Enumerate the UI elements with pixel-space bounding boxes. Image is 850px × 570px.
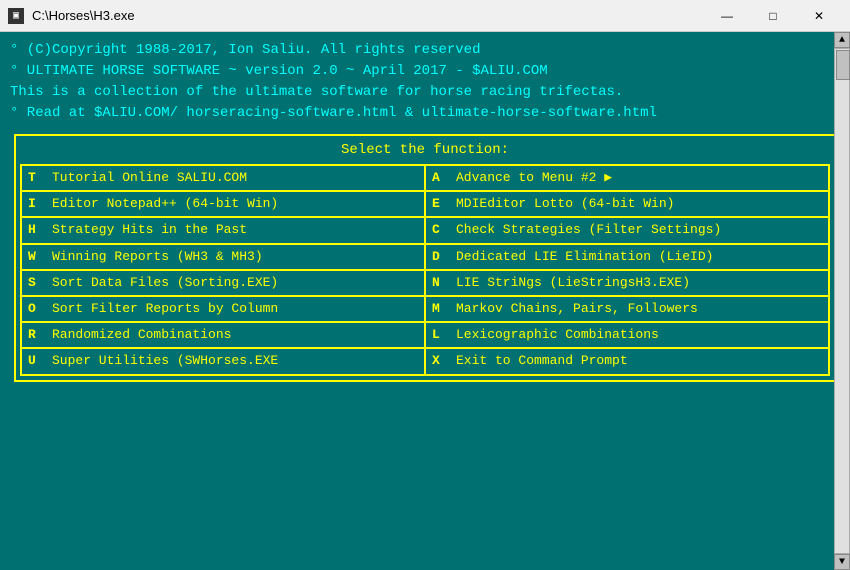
menu-key-C: C bbox=[432, 221, 450, 239]
title-bar: ▣ C:\Horses\H3.exe — □ ✕ bbox=[0, 0, 850, 32]
window-controls: — □ ✕ bbox=[704, 0, 842, 32]
menu-item-U[interactable]: U Super Utilities (SWHorses.EXE bbox=[21, 348, 425, 374]
menu-key-A: A bbox=[432, 169, 450, 187]
menu-item-H[interactable]: H Strategy Hits in the Past bbox=[21, 217, 425, 243]
header-line-3: This is a collection of the ultimate sof… bbox=[10, 82, 840, 103]
scroll-track[interactable] bbox=[834, 48, 850, 554]
menu-item-T[interactable]: T Tutorial Online SALIU.COM bbox=[21, 165, 425, 191]
menu-label-I: Editor Notepad++ (64-bit Win) bbox=[52, 195, 278, 213]
header-text-2: ° ULTIMATE HORSE SOFTWARE ~ version 2.0 … bbox=[10, 61, 548, 82]
menu-key-L: L bbox=[432, 326, 450, 344]
menu-label-L: Lexicographic Combinations bbox=[456, 326, 659, 344]
menu-label-A: Advance to Menu #2 ▶ bbox=[456, 169, 612, 187]
menu-item-W[interactable]: W Winning Reports (WH3 & MH3) bbox=[21, 244, 425, 270]
menu-label-D: Dedicated LIE Elimination (LieID) bbox=[456, 248, 713, 266]
window-title: C:\Horses\H3.exe bbox=[32, 8, 704, 23]
menu-item-N[interactable]: N LIE StriNgs (LieStringsH3.EXE) bbox=[425, 270, 829, 296]
menu-item-A[interactable]: A Advance to Menu #2 ▶ bbox=[425, 165, 829, 191]
menu-key-U: U bbox=[28, 352, 46, 370]
menu-item-S[interactable]: S Sort Data Files (Sorting.EXE) bbox=[21, 270, 425, 296]
menu-key-R: R bbox=[28, 326, 46, 344]
header-text-4: ° Read at $ALIU.COM/ horseracing-softwar… bbox=[10, 103, 657, 124]
terminal-area: ° (C)Copyright 1988-2017, Ion Saliu. All… bbox=[0, 32, 850, 570]
menu-key-M: M bbox=[432, 300, 450, 318]
menu-label-W: Winning Reports (WH3 & MH3) bbox=[52, 248, 263, 266]
menu-key-X: X bbox=[432, 352, 450, 370]
menu-item-M[interactable]: M Markov Chains, Pairs, Followers bbox=[425, 296, 829, 322]
menu-item-L[interactable]: L Lexicographic Combinations bbox=[425, 322, 829, 348]
menu-item-E[interactable]: E MDIEditor Lotto (64-bit Win) bbox=[425, 191, 829, 217]
menu-key-O: O bbox=[28, 300, 46, 318]
header-text-3: This is a collection of the ultimate sof… bbox=[10, 82, 623, 103]
menu-key-N: N bbox=[432, 274, 450, 292]
menu-label-N: LIE StriNgs (LieStringsH3.EXE) bbox=[456, 274, 690, 292]
main-window: ▣ C:\Horses\H3.exe — □ ✕ ° (C)Copyright … bbox=[0, 0, 850, 570]
menu-label-O: Sort Filter Reports by Column bbox=[52, 300, 278, 318]
menu-grid: T Tutorial Online SALIU.COM A Advance to… bbox=[20, 164, 830, 376]
menu-item-C[interactable]: C Check Strategies (Filter Settings) bbox=[425, 217, 829, 243]
header-line-1: ° (C)Copyright 1988-2017, Ion Saliu. All… bbox=[10, 40, 840, 61]
menu-key-E: E bbox=[432, 195, 450, 213]
menu-label-R: Randomized Combinations bbox=[52, 326, 231, 344]
scroll-thumb[interactable] bbox=[836, 50, 850, 80]
terminal-header: ° (C)Copyright 1988-2017, Ion Saliu. All… bbox=[10, 40, 840, 124]
close-button[interactable]: ✕ bbox=[796, 0, 842, 32]
menu-label-E: MDIEditor Lotto (64-bit Win) bbox=[456, 195, 674, 213]
menu-key-T: T bbox=[28, 169, 46, 187]
menu-key-W: W bbox=[28, 248, 46, 266]
maximize-button[interactable]: □ bbox=[750, 0, 796, 32]
scrollbar[interactable]: ▲ ▼ bbox=[834, 32, 850, 570]
header-text-1: ° (C)Copyright 1988-2017, Ion Saliu. All… bbox=[10, 40, 480, 61]
menu-key-I: I bbox=[28, 195, 46, 213]
menu-box: Select the function: T Tutorial Online S… bbox=[14, 134, 836, 382]
menu-item-O[interactable]: O Sort Filter Reports by Column bbox=[21, 296, 425, 322]
menu-label-H: Strategy Hits in the Past bbox=[52, 221, 247, 239]
menu-key-H: H bbox=[28, 221, 46, 239]
minimize-button[interactable]: — bbox=[704, 0, 750, 32]
menu-item-X[interactable]: X Exit to Command Prompt bbox=[425, 348, 829, 374]
app-icon: ▣ bbox=[8, 8, 24, 24]
header-line-2: ° ULTIMATE HORSE SOFTWARE ~ version 2.0 … bbox=[10, 61, 840, 82]
menu-key-D: D bbox=[432, 248, 450, 266]
menu-item-R[interactable]: R Randomized Combinations bbox=[21, 322, 425, 348]
menu-item-D[interactable]: D Dedicated LIE Elimination (LieID) bbox=[425, 244, 829, 270]
scroll-up-arrow[interactable]: ▲ bbox=[834, 32, 850, 48]
menu-label-M: Markov Chains, Pairs, Followers bbox=[456, 300, 698, 318]
scroll-down-arrow[interactable]: ▼ bbox=[834, 554, 850, 570]
menu-label-C: Check Strategies (Filter Settings) bbox=[456, 221, 721, 239]
menu-item-I[interactable]: I Editor Notepad++ (64-bit Win) bbox=[21, 191, 425, 217]
menu-label-X: Exit to Command Prompt bbox=[456, 352, 628, 370]
menu-label-T: Tutorial Online SALIU.COM bbox=[52, 169, 247, 187]
menu-title: Select the function: bbox=[20, 140, 830, 160]
menu-key-S: S bbox=[28, 274, 46, 292]
menu-label-S: Sort Data Files (Sorting.EXE) bbox=[52, 274, 278, 292]
header-line-4: ° Read at $ALIU.COM/ horseracing-softwar… bbox=[10, 103, 840, 124]
menu-label-U: Super Utilities (SWHorses.EXE bbox=[52, 352, 278, 370]
